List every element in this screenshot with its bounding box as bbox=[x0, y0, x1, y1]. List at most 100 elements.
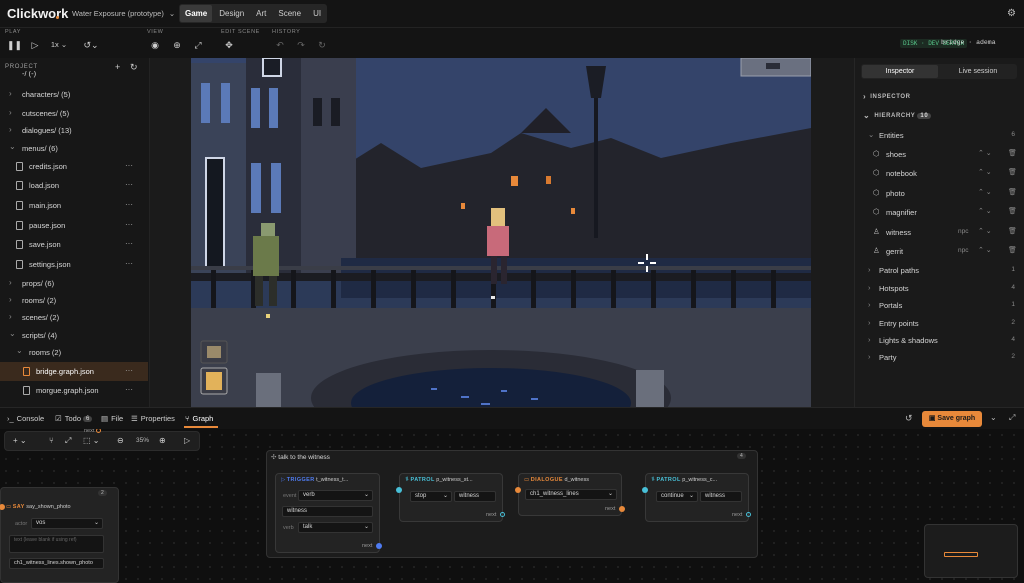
trash-icon[interactable]: 🗑 bbox=[1008, 246, 1017, 254]
node-group[interactable]: ✣ talk to the witness 4 ▷ TRIGGER t_witn… bbox=[266, 450, 758, 558]
tab-properties[interactable]: ☰ Properties bbox=[131, 414, 175, 423]
tab-live-session[interactable]: Live session bbox=[940, 65, 1016, 78]
minimap-viewport[interactable] bbox=[944, 552, 978, 557]
reorder-icon[interactable]: ⌃ ⌄ bbox=[978, 188, 992, 196]
output-port[interactable] bbox=[376, 543, 382, 549]
lines-select[interactable]: ch1_witness_lines ⌄ bbox=[525, 489, 617, 500]
more-icon[interactable]: ··· bbox=[125, 385, 133, 394]
trash-icon[interactable]: 🗑 bbox=[1008, 149, 1017, 157]
zoom-in-icon[interactable]: ⊕ bbox=[159, 436, 166, 445]
trigger-node[interactable]: ▷ TRIGGER t_witness_t... event verb ⌄ wit… bbox=[275, 473, 382, 553]
game-viewport[interactable] bbox=[191, 58, 811, 407]
say-node[interactable]: 2 ▭ SAY say_shown_photo actor vos ⌄ text … bbox=[0, 487, 119, 583]
tab-graph[interactable]: ⑂ Graph bbox=[185, 414, 213, 423]
event-select[interactable]: verb ⌄ bbox=[298, 490, 373, 501]
more-icon[interactable]: ··· bbox=[125, 366, 133, 375]
mode-scene[interactable]: Scene bbox=[273, 5, 306, 22]
entities-group[interactable]: ⌄ Entities 6 bbox=[863, 126, 1019, 144]
undo-icon[interactable]: ↶ bbox=[274, 40, 286, 51]
reorder-icon[interactable]: ⌃ ⌄ bbox=[978, 227, 992, 235]
group-party[interactable]: › Party 2 bbox=[863, 348, 1019, 366]
expand-icon[interactable]: ⤢ bbox=[1009, 413, 1015, 423]
actor-select[interactable]: vos ⌄ bbox=[31, 518, 103, 529]
chevron-down-icon[interactable]: ⌄ bbox=[990, 413, 997, 422]
speed-select[interactable]: 1x ⌄ bbox=[50, 40, 68, 49]
input-port[interactable] bbox=[515, 487, 521, 493]
target-input[interactable]: witness bbox=[282, 506, 373, 517]
tree-folder-characters[interactable]: › characters/ (5) bbox=[0, 85, 148, 104]
eye-icon[interactable]: ◉ bbox=[149, 40, 161, 51]
reorder-icon[interactable]: ⌃ ⌄ bbox=[978, 168, 992, 176]
output-port[interactable] bbox=[619, 506, 625, 512]
tree-file-credits[interactable]: credits.json ··· bbox=[0, 157, 148, 176]
tree-file-main[interactable]: main.json ··· bbox=[0, 196, 148, 215]
entity-photo[interactable]: ⬡ photo ⌃ ⌄ 🗑 bbox=[863, 184, 1019, 202]
group-lights-shadows[interactable]: › Lights & shadows 4 bbox=[863, 331, 1019, 349]
tree-folder-dialogues[interactable]: › dialogues/ (13) bbox=[0, 121, 148, 140]
tab-todo[interactable]: ☑ Todo 6 bbox=[55, 414, 93, 423]
tab-inspector[interactable]: Inspector bbox=[862, 65, 938, 78]
entity-shoes[interactable]: ⬡ shoes ⌃ ⌄ 🗑 bbox=[863, 145, 1019, 163]
reorder-icon[interactable]: ⌃ ⌄ bbox=[978, 149, 992, 157]
more-icon[interactable]: ··· bbox=[125, 239, 133, 248]
select-icon[interactable]: ⬚ ⌄ bbox=[83, 436, 99, 445]
save-graph-button[interactable]: ▣ Save graph bbox=[922, 411, 982, 427]
patrol-node-continue[interactable]: ⥮ PATROL p_witness_c... continue ⌄ witnes… bbox=[642, 473, 751, 522]
tree-folder-scenes[interactable]: › scenes/ (2) bbox=[0, 308, 148, 327]
target-icon[interactable]: ⊕ bbox=[171, 40, 183, 51]
branch-icon[interactable]: ⑂ bbox=[49, 436, 54, 445]
tree-file-save[interactable]: save.json ··· bbox=[0, 235, 148, 254]
more-icon[interactable]: ··· bbox=[125, 220, 133, 229]
output-port[interactable] bbox=[746, 512, 751, 517]
mode-game[interactable]: Game bbox=[180, 5, 213, 22]
zoom-out-icon[interactable]: ⊖ bbox=[117, 436, 124, 445]
settings-gear-icon[interactable]: ⚙ bbox=[1007, 8, 1016, 19]
tree-folder-menus[interactable]: ⌄ menus/ (6) bbox=[0, 139, 148, 158]
output-port[interactable] bbox=[500, 512, 505, 517]
restart-icon[interactable]: ↺⌄ bbox=[82, 40, 100, 51]
move-icon[interactable]: ✥ bbox=[223, 40, 235, 51]
group-patrol-paths[interactable]: › Patrol paths 1 bbox=[863, 261, 1019, 279]
entity-notebook[interactable]: ⬡ notebook ⌃ ⌄ 🗑 bbox=[863, 164, 1019, 182]
fullscreen-icon[interactable]: ⤢ bbox=[192, 40, 204, 51]
target-input[interactable]: witness bbox=[700, 491, 742, 502]
play-icon[interactable]: ▷ bbox=[29, 40, 41, 51]
input-port[interactable] bbox=[396, 487, 402, 493]
trash-icon[interactable]: 🗑 bbox=[1008, 207, 1017, 215]
tab-file[interactable]: ▤ File bbox=[101, 414, 123, 423]
add-node-icon[interactable]: + ⌄ bbox=[13, 436, 27, 445]
tree-folder-rooms-scripts[interactable]: ⌄ rooms (2) bbox=[0, 343, 148, 362]
history-icon[interactable]: ↺ bbox=[905, 413, 913, 424]
mode-design[interactable]: Design bbox=[214, 5, 249, 22]
inspector-section[interactable]: › INSPECTOR bbox=[863, 92, 911, 101]
tree-file-load[interactable]: load.json ··· bbox=[0, 176, 148, 195]
pause-icon[interactable]: ❚❚ bbox=[7, 40, 22, 51]
trash-icon[interactable]: 🗑 bbox=[1008, 188, 1017, 196]
tree-file-morgue-graph[interactable]: morgue.graph.json ··· bbox=[0, 381, 148, 400]
hierarchy-section[interactable]: ⌄ HIERARCHY 10 bbox=[863, 111, 932, 120]
fit-icon[interactable]: ⤢ bbox=[65, 436, 71, 446]
tree-row-partial[interactable]: -/ (-) bbox=[0, 71, 148, 81]
mode-ui[interactable]: UI bbox=[308, 5, 326, 22]
entity-witness[interactable]: ♙ witness npc ⌃ ⌄ 🗑 bbox=[863, 223, 1019, 241]
trash-icon[interactable]: 🗑 bbox=[1008, 227, 1017, 235]
input-port[interactable] bbox=[642, 487, 648, 493]
group-hotspots[interactable]: › Hotspots 4 bbox=[863, 279, 1019, 297]
more-icon[interactable]: ··· bbox=[125, 200, 133, 209]
target-input[interactable]: witness bbox=[454, 491, 496, 502]
ref-input[interactable]: ch1_witness_lines.shown_photo bbox=[9, 558, 104, 569]
tree-file-bridge-graph[interactable]: bridge.graph.json ··· bbox=[0, 362, 148, 381]
text-input[interactable]: text (leave blank if using ref) bbox=[9, 535, 104, 553]
action-select[interactable]: continue ⌄ bbox=[656, 491, 698, 502]
action-select[interactable]: stop ⌄ bbox=[410, 491, 452, 502]
tree-file-pause[interactable]: pause.json ··· bbox=[0, 216, 148, 235]
entity-magnifier[interactable]: ⬡ magnifier ⌃ ⌄ 🗑 bbox=[863, 203, 1019, 221]
verb-select[interactable]: talk ⌄ bbox=[298, 522, 373, 533]
mode-art[interactable]: Art bbox=[251, 5, 271, 22]
reorder-icon[interactable]: ⌃ ⌄ bbox=[978, 207, 992, 215]
reset-icon[interactable]: ↻ bbox=[316, 40, 328, 51]
redo-icon[interactable]: ↷ bbox=[295, 40, 307, 51]
dialogue-node[interactable]: ▭ DIALOGUE d_witness ch1_witness_lines ⌄ … bbox=[515, 473, 625, 516]
trash-icon[interactable]: 🗑 bbox=[1008, 168, 1017, 176]
group-portals[interactable]: › Portals 1 bbox=[863, 296, 1019, 314]
